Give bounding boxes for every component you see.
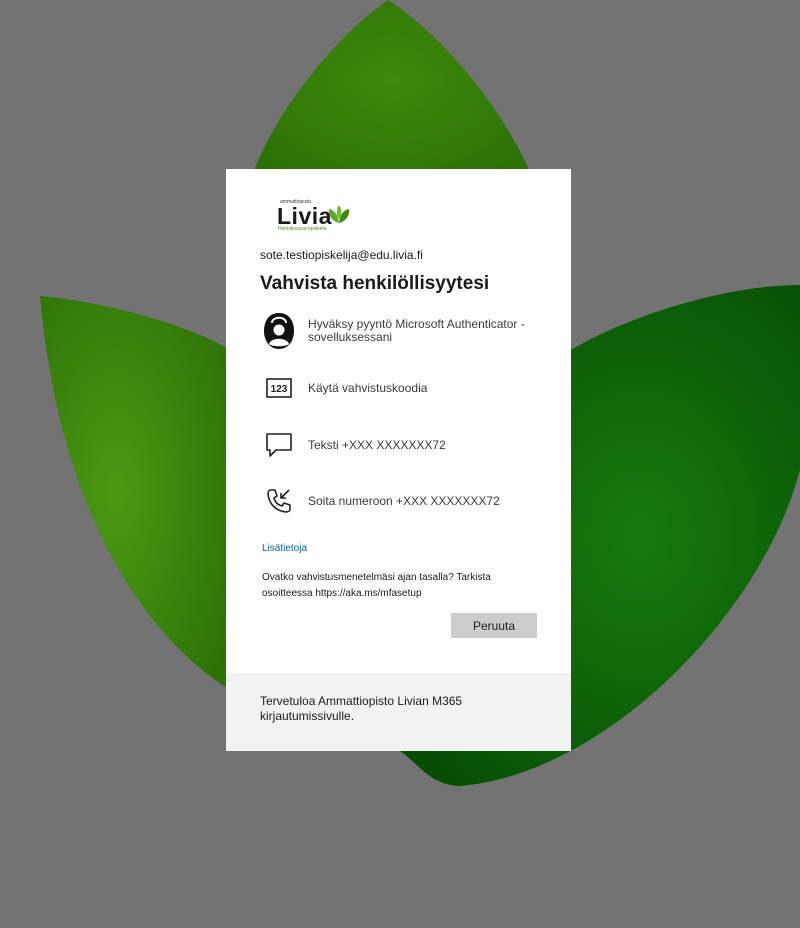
footer-banner: Tervetuloa Ammattiopisto Livian M365 kir…: [226, 673, 571, 751]
more-info-link[interactable]: Lisätietoja: [262, 543, 307, 554]
option-label: Käytä vahvistuskoodia: [308, 380, 428, 395]
livia-logo: ammattiopisto Livia Helmikuussa opiskelu: [276, 199, 356, 235]
option-phone-call[interactable]: Soita numeroon +XXX XXXXXXX72: [260, 479, 540, 523]
option-verification-code[interactable]: 123 Käytä vahvistuskoodia: [260, 366, 540, 410]
option-label: Teksti +XXX XXXXXXX72: [308, 437, 446, 452]
authenticator-icon: [260, 311, 298, 351]
option-label: Hyväksy pyyntö Microsoft Authenticator -…: [308, 317, 525, 344]
leaf-left: [40, 296, 230, 690]
code-123-icon: 123: [260, 368, 298, 408]
message-icon: [260, 425, 298, 465]
svg-text:123: 123: [271, 384, 288, 395]
page-title: Vahvista henkilöllisyytesi: [260, 273, 490, 294]
account-email: sote.testiopiskelija@edu.livia.fi: [260, 248, 423, 262]
footer-text: Tervetuloa Ammattiopisto Livian M365 kir…: [260, 694, 463, 723]
phone-call-icon: [260, 481, 298, 521]
mfa-setup-note: Ovatko vahvistusmenetelmäsi ajan tasalla…: [262, 572, 491, 599]
option-authenticator[interactable]: Hyväksy pyyntö Microsoft Authenticator -…: [260, 309, 540, 353]
signin-card: ammattiopisto Livia Helmikuussa opiskelu…: [226, 169, 571, 751]
leaf-logo-icon: [328, 205, 350, 223]
option-label: Soita numeroon +XXX XXXXXXX72: [308, 493, 500, 508]
cancel-button[interactable]: Peruuta: [451, 613, 537, 638]
option-text-message[interactable]: Teksti +XXX XXXXXXX72: [260, 423, 540, 467]
logo-subtitle: Helmikuussa opiskelu: [278, 226, 327, 232]
